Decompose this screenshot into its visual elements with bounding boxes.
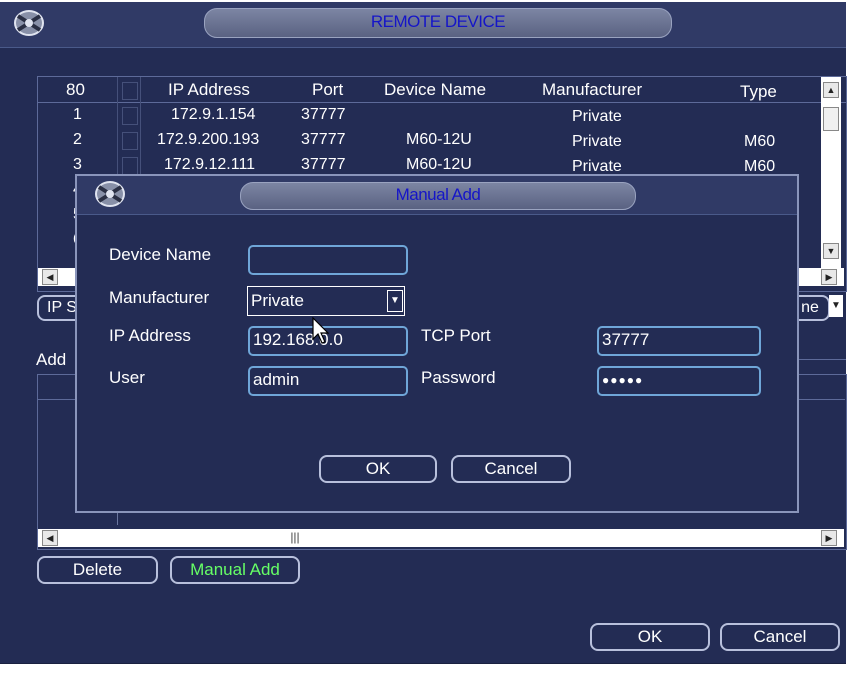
- scroll-down-icon[interactable]: ▼: [823, 243, 839, 259]
- user-input[interactable]: admin: [248, 366, 408, 396]
- scroll-thumb[interactable]: [823, 107, 839, 131]
- row-device-name: M60-12U: [406, 156, 472, 173]
- row-number: 2: [73, 131, 82, 148]
- row-checkbox[interactable]: [122, 157, 138, 175]
- scroll-grip-icon[interactable]: |||: [285, 530, 305, 545]
- row-manufacturer: Private: [572, 108, 622, 125]
- row-checkbox[interactable]: [122, 107, 138, 125]
- user-label: User: [109, 368, 145, 387]
- manual-add-dialog: Manual Add Device Name Manufacturer Priv…: [75, 174, 799, 513]
- col-header-type[interactable]: Type: [740, 82, 777, 102]
- device-name-input[interactable]: [248, 245, 408, 275]
- dialog-ok-button[interactable]: OK: [319, 455, 437, 483]
- manufacturer-select[interactable]: Private: [247, 286, 405, 316]
- password-input[interactable]: ●●●●●: [597, 366, 761, 396]
- row-type: M60: [744, 133, 776, 150]
- filter-dropdown-arrow-icon[interactable]: ▼: [829, 295, 843, 317]
- cancel-button[interactable]: Cancel: [720, 623, 840, 651]
- title-bar: REMOTE DEVICE: [0, 2, 846, 48]
- device-name-label: Device Name: [109, 245, 212, 264]
- chevron-down-icon[interactable]: ▼: [387, 290, 403, 312]
- password-label: Password: [421, 368, 496, 387]
- manufacturer-label: Manufacturer: [109, 288, 210, 307]
- row-ip: 172.9.200.193: [157, 131, 260, 148]
- dialog-logo-icon: [95, 181, 125, 207]
- device-count: 80: [66, 80, 85, 99]
- dialog-title: Manual Add: [240, 182, 636, 210]
- row-checkbox[interactable]: [122, 132, 138, 150]
- mouse-cursor-icon: [312, 317, 330, 344]
- dialog-cancel-button[interactable]: Cancel: [451, 455, 571, 483]
- col-header-manufacturer[interactable]: Manufacturer: [542, 80, 642, 100]
- row-port: 37777: [301, 106, 346, 123]
- scroll-left-icon[interactable]: ◀: [42, 530, 58, 546]
- column-divider: [117, 511, 118, 525]
- row-port: 37777: [301, 131, 346, 148]
- scroll-right-icon[interactable]: ▶: [821, 530, 837, 546]
- scroll-right-icon[interactable]: ▶: [821, 269, 837, 285]
- col-header-ip[interactable]: IP Address: [168, 80, 250, 100]
- added-table-hscrollbar[interactable]: [38, 529, 844, 547]
- row-number: 3: [73, 156, 82, 173]
- remote-device-window: REMOTE DEVICE 80 IP Address Port Device …: [0, 2, 847, 664]
- row-device-name: M60-12U: [406, 131, 472, 148]
- row-port: 37777: [301, 156, 346, 173]
- col-header-port[interactable]: Port: [312, 80, 343, 100]
- scroll-left-icon[interactable]: ◀: [42, 269, 58, 285]
- manual-add-button[interactable]: Manual Add: [170, 556, 300, 584]
- scroll-up-icon[interactable]: ▲: [823, 82, 839, 98]
- window-title: REMOTE DEVICE: [204, 8, 672, 38]
- select-all-checkbox[interactable]: [122, 82, 138, 100]
- ip-address-label: IP Address: [109, 326, 191, 345]
- dialog-title-bar: Manual Add: [77, 176, 797, 215]
- app-logo-icon: [14, 10, 44, 36]
- tcp-port-label: TCP Port: [421, 326, 491, 345]
- ok-button[interactable]: OK: [590, 623, 710, 651]
- row-number: 1: [73, 106, 82, 123]
- row-ip: 172.9.12.111: [164, 156, 256, 173]
- added-devices-label: Add: [36, 350, 67, 369]
- col-header-device-name[interactable]: Device Name: [384, 80, 486, 100]
- row-manufacturer: Private: [572, 133, 622, 150]
- delete-button[interactable]: Delete: [37, 556, 158, 584]
- screen: REMOTE DEVICE 80 IP Address Port Device …: [0, 0, 861, 675]
- tcp-port-input[interactable]: 37777: [597, 326, 761, 356]
- row-ip: 172.9.1.154: [171, 106, 256, 123]
